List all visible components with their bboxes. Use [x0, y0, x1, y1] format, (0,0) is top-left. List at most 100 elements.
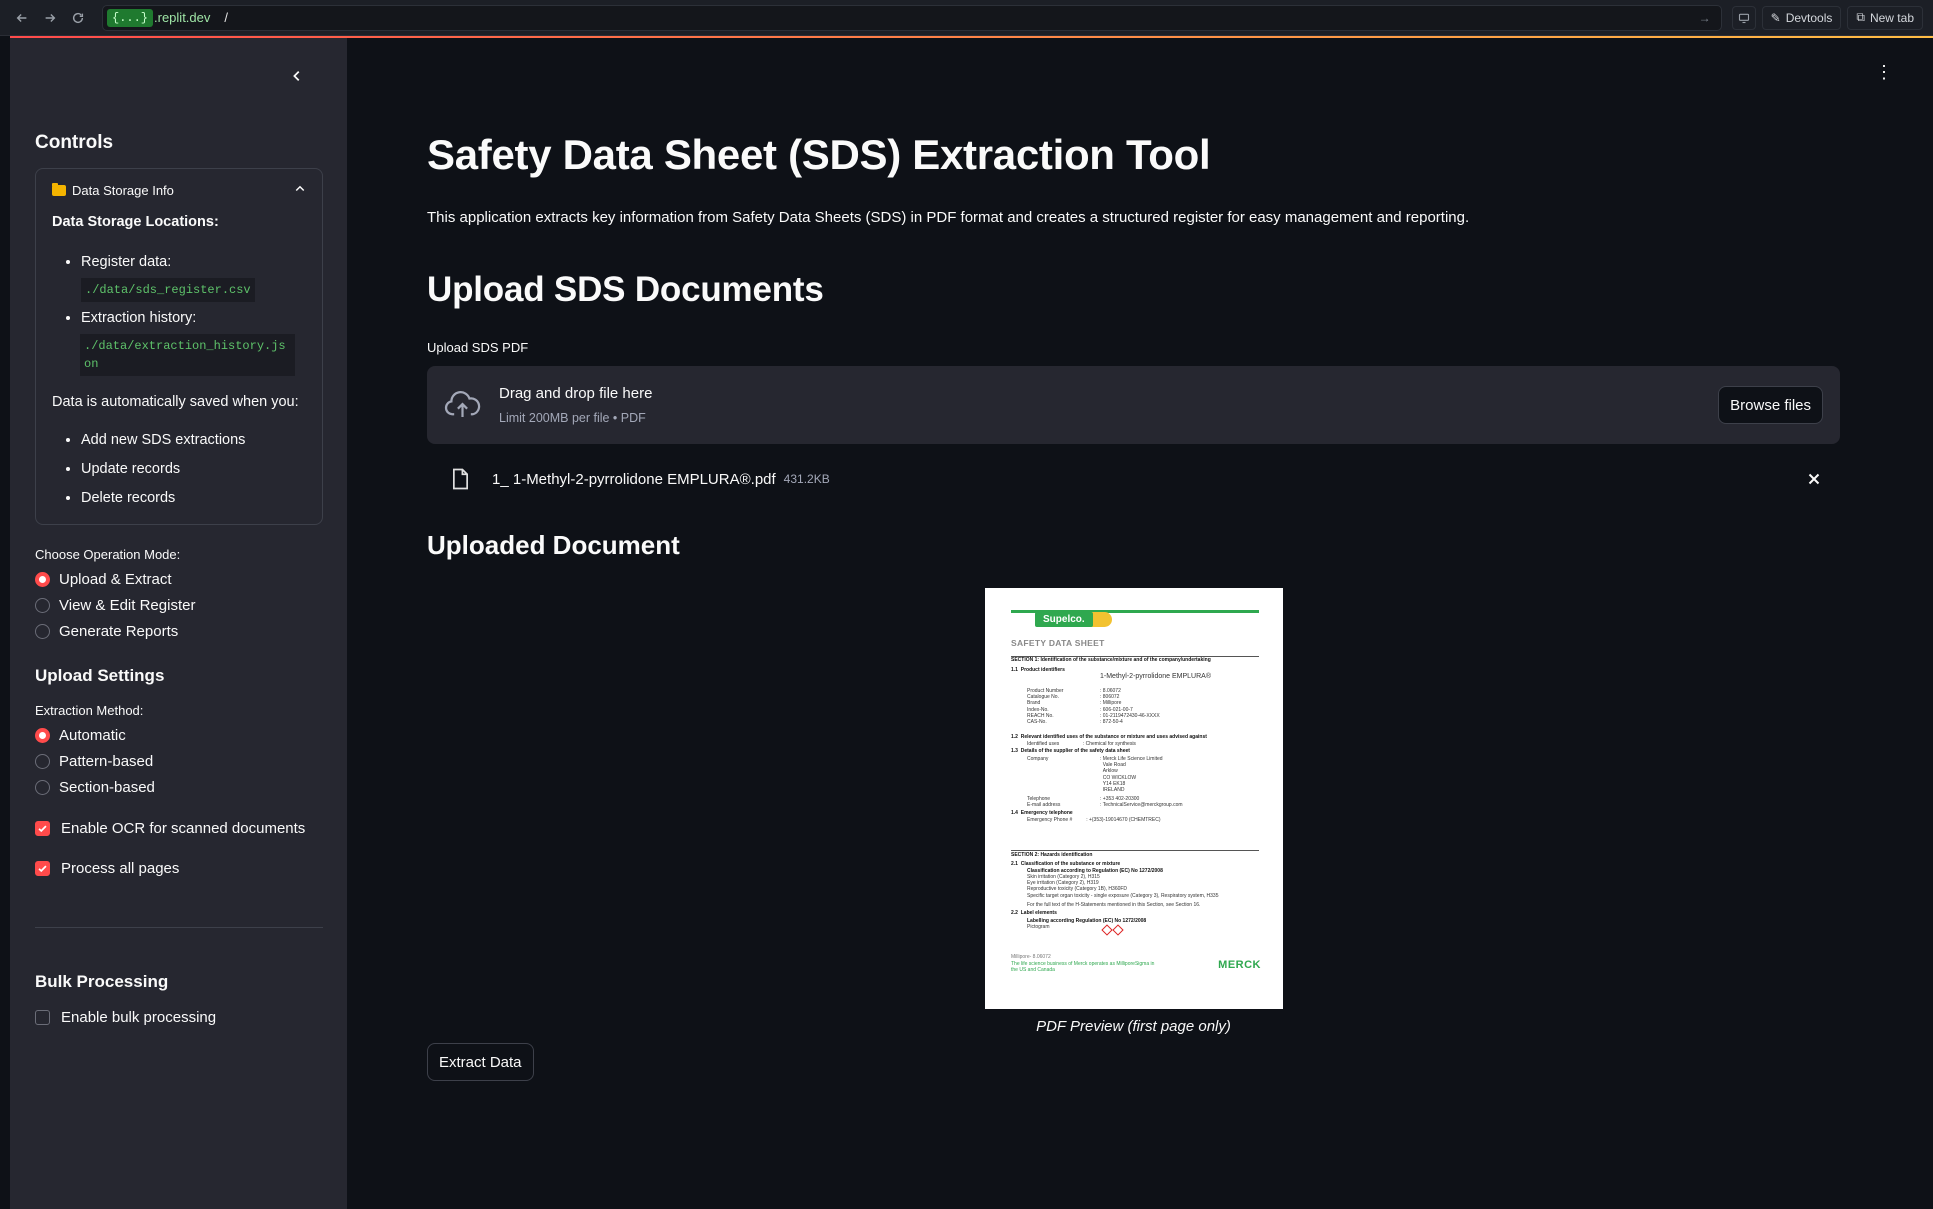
pdf-brand-logo: Supelco. [1035, 612, 1093, 627]
intro-text: This application extracts key informatio… [427, 209, 1470, 226]
checkbox-unchecked-icon[interactable] [35, 1010, 50, 1025]
extraction-method-radio-group: Automatic Pattern-based Section-based [35, 727, 323, 796]
pdf-text: Company [1027, 756, 1049, 762]
remove-file-icon[interactable] [1806, 471, 1822, 487]
upload-heading: Upload SDS Documents [427, 270, 824, 309]
operation-mode-radio-group: Upload & Extract View & Edit Register Ge… [35, 571, 323, 640]
pdf-preview-caption: PDF Preview (first page only) [1036, 1018, 1231, 1035]
ocr-checkbox[interactable]: Enable OCR for scanned documents [35, 820, 323, 837]
forward-icon[interactable] [38, 6, 62, 30]
uploaded-file-row: 1_ 1-Methyl-2-pyrrolidone EMPLURA®.pdf 4… [427, 464, 1840, 494]
browser-toolbar: {...} .replit.dev / → ✎ Devtools ⧉ New t… [0, 0, 1933, 36]
url-bar[interactable]: {...} .replit.dev / → [102, 4, 1722, 31]
pdf-rule [1011, 850, 1259, 851]
new-tab-label: New tab [1869, 10, 1914, 25]
pdf-text: : +353 402-20300: TechnicalService@merck… [1100, 796, 1183, 809]
bulk-processing-label: Enable bulk processing [61, 1009, 217, 1026]
device-preview-icon[interactable] [1731, 5, 1756, 30]
reload-icon[interactable] [66, 6, 90, 30]
radio-view-edit-register[interactable]: View & Edit Register [35, 597, 323, 614]
cloud-upload-icon [444, 391, 481, 418]
file-name: 1_ 1-Methyl-2-pyrrolidone EMPLURA®.pdf [492, 470, 776, 488]
expander-body: Data Storage Locations: Register data: .… [52, 214, 306, 508]
browse-files-button[interactable]: Browse files [1718, 386, 1823, 424]
list-item: Add new SDS extractions [81, 430, 306, 450]
pdf-text: For the full text of the H-Statements me… [1027, 902, 1201, 908]
file-dropzone[interactable]: Drag and drop file here Limit 200MB per … [427, 366, 1840, 444]
dropzone-title: Drag and drop file here [499, 385, 653, 402]
collapse-sidebar-icon[interactable] [285, 64, 309, 88]
pdf-text: Skin irritation (Category 2), H315 Eye ir… [1027, 874, 1219, 899]
pdf-text: : 8.06072: 806072: Millipore: 606-021-00… [1100, 688, 1160, 726]
open-external-icon[interactable]: → [1699, 11, 1717, 25]
back-icon[interactable] [10, 6, 34, 30]
pdf-text: Millipore- 8.06072 [1011, 954, 1051, 960]
data-storage-expander: Data Storage Info Data Storage Locations… [35, 168, 323, 525]
radio-upload-extract[interactable]: Upload & Extract [35, 571, 323, 588]
radio-selected-icon[interactable] [35, 728, 50, 743]
pdf-text: 2.2 Label elements [1011, 910, 1057, 916]
url-host: .replit.dev [154, 10, 211, 25]
radio-label: Automatic [59, 727, 126, 744]
sidebar: Controls Data Storage Info Data Storage … [10, 38, 347, 1209]
extraction-method-label: Extraction Method: [35, 703, 144, 718]
extract-data-button[interactable]: Extract Data [427, 1043, 534, 1081]
radio-section-based[interactable]: Section-based [35, 779, 323, 796]
register-path: ./data/sds_register.csv [81, 278, 255, 302]
hazard-pictogram-icon [1101, 924, 1113, 936]
pdf-text: 2.1 Classification of the substance or m… [1011, 861, 1121, 867]
new-tab-button[interactable]: ⧉ New tab [1847, 5, 1923, 30]
wrench-icon: ✎ [1770, 10, 1781, 25]
pdf-text: 1.4 Emergency telephone [1011, 810, 1073, 816]
all-pages-label: Process all pages [61, 860, 180, 877]
page-title: Safety Data Sheet (SDS) Extraction Tool [427, 131, 1211, 178]
pdf-text: Product Number Catalogue No. Brand Index-No… [1027, 688, 1064, 726]
pdf-merck-logo: MERCK [1218, 959, 1261, 971]
radio-unselected-icon[interactable] [35, 754, 50, 769]
bulk-processing-checkbox[interactable]: Enable bulk processing [35, 1009, 323, 1026]
radio-automatic[interactable]: Automatic [35, 727, 323, 744]
expander-header[interactable]: Data Storage Info [52, 183, 306, 198]
radio-selected-icon[interactable] [35, 572, 50, 587]
radio-label: Generate Reports [59, 623, 179, 640]
pdf-section-1: SECTION 1: Identification of the substan… [1011, 657, 1211, 663]
list-item: Extraction history: ./data/extraction_hi… [80, 308, 306, 376]
main-content: ⋮ Safety Data Sheet (SDS) Extraction Too… [347, 38, 1933, 1209]
checkbox-checked-icon[interactable] [35, 861, 50, 876]
url-badge: {...} [107, 8, 154, 27]
list-item: Delete records [81, 488, 306, 508]
upload-label: Upload SDS PDF [427, 340, 529, 355]
ocr-label: Enable OCR for scanned documents [61, 820, 306, 837]
radio-unselected-icon[interactable] [35, 624, 50, 639]
radio-label: Section-based [59, 779, 155, 796]
radio-unselected-icon[interactable] [35, 598, 50, 613]
chevron-up-icon[interactable] [294, 183, 306, 198]
expander-title: Data Storage Info [72, 183, 174, 198]
register-label: Register data: [81, 254, 172, 270]
all-pages-checkbox[interactable]: Process all pages [35, 860, 323, 877]
radio-unselected-icon[interactable] [35, 780, 50, 795]
pdf-text: 1.3 Details of the supplier of the safet… [1011, 748, 1130, 754]
radio-pattern-based[interactable]: Pattern-based [35, 753, 323, 770]
storage-locations-heading: Data Storage Locations: [52, 214, 219, 230]
autosave-list: Add new SDS extractions Update records D… [52, 430, 306, 508]
folder-icon [52, 183, 66, 196]
pdf-text: 1.1 Product identifiers [1011, 667, 1065, 673]
dropzone-limit: Limit 200MB per file • PDF [499, 411, 646, 425]
list-item: Update records [81, 459, 306, 479]
pdf-text: Identified uses : Chemical for synthesis [1027, 741, 1136, 747]
main-menu-icon[interactable]: ⋮ [1875, 62, 1893, 83]
history-path: ./data/extraction_history.json [80, 334, 295, 376]
radio-label: Pattern-based [59, 753, 154, 770]
autosave-text: Data is automatically saved when you: [52, 394, 299, 410]
uploaded-document-heading: Uploaded Document [427, 530, 680, 560]
radio-generate-reports[interactable]: Generate Reports [35, 623, 323, 640]
pdf-preview-container: Supelco. SAFETY DATA SHEET SECTION 1: Id… [427, 588, 1840, 1035]
pdf-text: Emergency Phone # : +(353)-19014670 (CHE… [1027, 817, 1161, 823]
list-item: Register data: ./data/sds_register.csv [81, 252, 306, 302]
url-path: / [224, 10, 229, 25]
checkbox-checked-icon[interactable] [35, 821, 50, 836]
radio-label: Upload & Extract [59, 571, 172, 588]
devtools-button[interactable]: ✎ Devtools [1761, 5, 1842, 30]
operation-mode-label: Choose Operation Mode: [35, 547, 181, 562]
